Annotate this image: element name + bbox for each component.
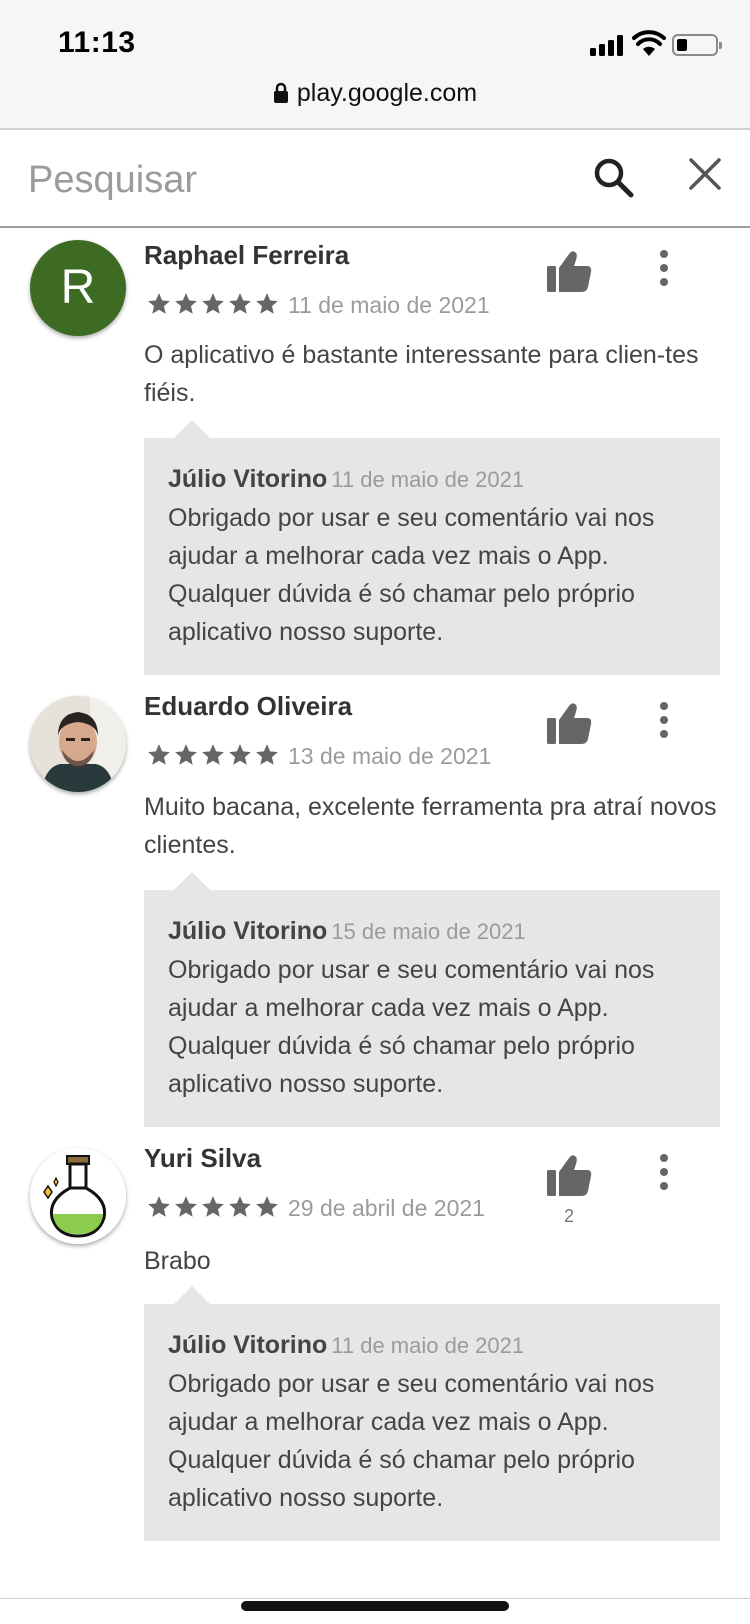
more-vert-icon[interactable] (652, 250, 676, 290)
lock-icon (273, 83, 288, 104)
thumbs-up-icon[interactable] (545, 700, 593, 746)
review-date: 11 de maio de 2021 (288, 292, 490, 318)
avatar (30, 696, 126, 792)
reply-text: Obrigado por usar e seu comentário vai n… (168, 504, 655, 646)
search-icon[interactable] (592, 156, 634, 198)
review-text: O aplicativo é bastante interessante par… (144, 341, 699, 407)
star-icon (148, 1196, 170, 1217)
star-icon (175, 744, 197, 765)
star-icon (202, 744, 224, 765)
developer-reply: Júlio Vitorino 15 de maio de 2021 Obrigad… (144, 872, 720, 1127)
star-icon (256, 293, 278, 314)
star-icon (229, 744, 251, 765)
star-icon (256, 744, 278, 765)
star-rating (146, 291, 281, 317)
cellular-signal-icon (590, 34, 626, 56)
address-bar[interactable]: play.google.com (0, 78, 750, 108)
star-icon (256, 1196, 278, 1217)
developer-reply: Júlio Vitorino 11 de maio de 2021 Obrigad… (144, 1286, 720, 1541)
avatar-letter: R (60, 261, 96, 314)
more-vert-icon[interactable] (652, 702, 676, 742)
review-date: 29 de abril de 2021 (288, 1195, 485, 1221)
reply-text: Obrigado por usar e seu comentário vai n… (168, 1370, 655, 1512)
star-icon (202, 1196, 224, 1217)
status-time: 11:13 (58, 26, 136, 59)
star-icon (148, 293, 170, 314)
star-icon (175, 293, 197, 314)
url-text: play.google.com (296, 78, 478, 107)
reply-author: Júlio Vitorino (168, 1331, 328, 1359)
review-text: Muito bacana, excelente ferramenta pra a… (144, 793, 717, 859)
avatar: R (30, 240, 126, 336)
review-author: Eduardo Oliveira (144, 691, 353, 721)
battery-icon (672, 34, 722, 56)
reply-author: Júlio Vitorino (168, 465, 328, 493)
star-icon (202, 293, 224, 314)
more-vert-icon[interactable] (652, 1154, 676, 1194)
star-icon (175, 1196, 197, 1217)
profile-photo (30, 696, 126, 792)
reply-text: Obrigado por usar e seu comentário vai n… (168, 956, 655, 1098)
review-author: Raphael Ferreira (144, 240, 350, 270)
avatar (30, 1148, 126, 1244)
reply-date: 15 de maio de 2021 (331, 919, 526, 944)
search-bar (0, 132, 750, 228)
developer-reply: Júlio Vitorino 11 de maio de 2021 Obrigad… (144, 420, 720, 675)
review-author: Yuri Silva (144, 1143, 262, 1173)
thumbs-up-icon[interactable] (545, 1152, 593, 1198)
home-indicator[interactable] (241, 1601, 509, 1611)
like-count: 2 (563, 1206, 574, 1226)
wifi-icon (632, 30, 666, 56)
star-rating (146, 742, 281, 768)
star-icon (229, 293, 251, 314)
review-text: Brabo (144, 1247, 211, 1275)
star-rating (146, 1194, 281, 1220)
review-date: 13 de maio de 2021 (288, 743, 492, 769)
search-input[interactable] (28, 150, 548, 210)
flask-icon (30, 1148, 126, 1244)
star-icon (148, 744, 170, 765)
close-icon[interactable] (688, 157, 722, 191)
reply-date: 11 de maio de 2021 (331, 1333, 525, 1358)
star-icon (229, 1196, 251, 1217)
bottom-divider (0, 1598, 750, 1599)
status-bar: 11:13 play.google.com (0, 0, 750, 130)
thumbs-up-icon[interactable] (545, 248, 593, 294)
reply-date: 11 de maio de 2021 (331, 467, 525, 492)
reply-author: Júlio Vitorino (168, 917, 328, 945)
